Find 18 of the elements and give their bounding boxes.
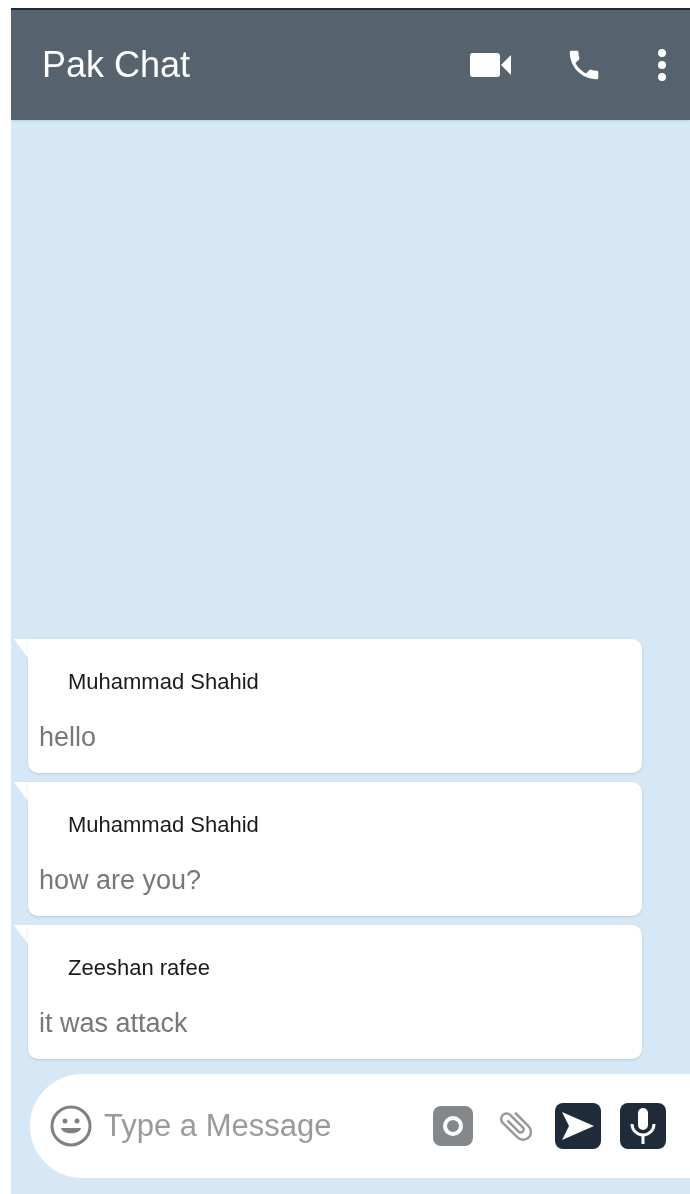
app-title: Pak Chat	[42, 43, 192, 87]
microphone-icon	[629, 1107, 657, 1145]
microphone-button[interactable]	[620, 1103, 666, 1149]
message-text: it was attack	[39, 1007, 188, 1039]
more-icon	[657, 49, 667, 81]
sender-name: Muhammad Shahid	[67, 668, 259, 696]
sender-name: Zeeshan rafee	[67, 954, 210, 982]
send-icon	[561, 1111, 595, 1141]
emoji-icon	[50, 1105, 92, 1147]
message-composer[interactable]: Type a Message	[30, 1074, 690, 1178]
camera-button[interactable]	[433, 1106, 473, 1146]
message-text: hello	[39, 721, 97, 753]
message-input[interactable]: Type a Message	[104, 1102, 404, 1150]
camera-lens-icon	[442, 1115, 464, 1137]
send-button[interactable]	[555, 1103, 601, 1149]
video-camera-icon	[470, 52, 512, 78]
message-text: how are you?	[39, 864, 202, 896]
sender-name: Muhammad Shahid	[67, 811, 259, 839]
